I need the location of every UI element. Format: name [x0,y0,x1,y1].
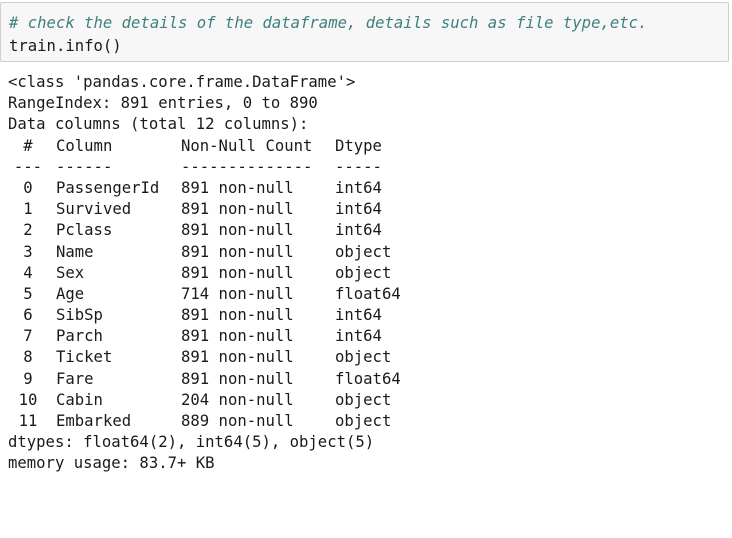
output-data-columns: Data columns (total 12 columns): [8,115,309,134]
row-count: 891 non-null [181,200,294,219]
code-statement: train.info() [9,37,122,55]
row-count: 889 non-null [181,412,294,430]
row-dtype: float64 [335,284,401,303]
row-dtype: object [335,263,392,282]
row-index: 11 [18,412,38,430]
code-cell-input[interactable]: # check the details of the dataframe, de… [0,2,729,62]
row-index: 8 [23,348,33,367]
table-row: 3 Name 891 non-null object [8,242,728,263]
row-dtype: int64 [335,200,382,219]
row-column: Embarked [56,412,132,430]
row-dtype: int64 [335,327,382,346]
row-count: 891 non-null [181,242,294,261]
row-index: 0 [23,178,33,197]
row-column: Ticket [56,348,113,367]
row-index: 3 [23,242,33,261]
separator-dtype: ----- [335,157,382,176]
table-separator-row: --- ------ -------------- ----- [8,157,728,178]
table-row: 7 Parch 891 non-null int64 [8,326,728,347]
separator-column: ------ [56,157,113,176]
table-row: 2 Pclass 891 non-null int64 [8,220,728,241]
row-count: 714 non-null [181,284,294,303]
row-dtype: object [335,242,392,261]
row-dtype: int64 [335,178,382,197]
row-index: 2 [23,221,33,240]
row-index: 7 [23,327,33,346]
row-index: 1 [23,200,33,219]
row-column: Age [56,284,85,303]
table-row: 4 Sex 891 non-null object [8,263,728,284]
row-count: 891 non-null [181,327,294,346]
separator-count: -------------- [181,157,313,176]
row-count: 204 non-null [181,390,294,409]
row-dtype: object [335,390,392,409]
table-row: 1 Survived 891 non-null int64 [8,199,728,220]
header-count: Non-Null Count [181,136,313,155]
row-index: 4 [23,263,33,282]
output-class-line: <class 'pandas.core.frame.DataFrame'> [8,73,356,91]
table-row: 6 SibSp 891 non-null int64 [8,305,728,326]
table-row: 10 Cabin 204 non-null object [8,390,728,411]
row-dtype: object [335,412,392,430]
table-row: 11 Embarked 889 non-null object [8,411,728,432]
row-dtype: int64 [335,221,382,240]
row-column: Pclass [56,221,113,240]
row-dtype: int64 [335,306,382,325]
table-row: 8 Ticket 891 non-null object [8,347,728,368]
row-index: 10 [18,390,38,409]
row-count: 891 non-null [181,348,294,367]
row-column: Sex [56,263,85,282]
row-column: Name [56,242,94,261]
row-column: Cabin [56,390,103,409]
row-count: 891 non-null [181,369,294,388]
cell-output: <class 'pandas.core.frame.DataFrame'> Ra… [8,72,728,475]
row-index: 6 [23,306,33,325]
output-memory-usage: memory usage: 83.7+ KB [8,454,215,473]
separator-index: --- [13,157,43,176]
row-count: 891 non-null [181,221,294,240]
row-index: 5 [23,284,33,303]
row-dtype: float64 [335,369,401,388]
output-dtypes-summary: dtypes: float64(2), int64(5), object(5) [8,433,375,452]
output-range-index: RangeIndex: 891 entries, 0 to 890 [8,94,318,113]
row-count: 891 non-null [181,263,294,282]
table-row: 5 Age 714 non-null float64 [8,284,728,305]
row-index: 9 [23,369,33,388]
row-column: PassengerId [56,178,160,197]
header-column: Column [56,136,113,155]
row-count: 891 non-null [181,306,294,325]
table-header-row: # Column Non-Null Count Dtype [8,136,728,157]
row-column: Parch [56,327,103,346]
row-dtype: object [335,348,392,367]
row-column: SibSp [56,306,103,325]
header-index: # [23,136,33,155]
row-count: 891 non-null [181,178,294,197]
table-row: 9 Fare 891 non-null float64 [8,369,728,390]
row-column: Survived [56,200,132,219]
table-row: 0 PassengerId 891 non-null int64 [8,178,728,199]
code-comment: # check the details of the dataframe, de… [9,14,648,32]
header-dtype: Dtype [335,136,382,155]
row-column: Fare [56,369,94,388]
